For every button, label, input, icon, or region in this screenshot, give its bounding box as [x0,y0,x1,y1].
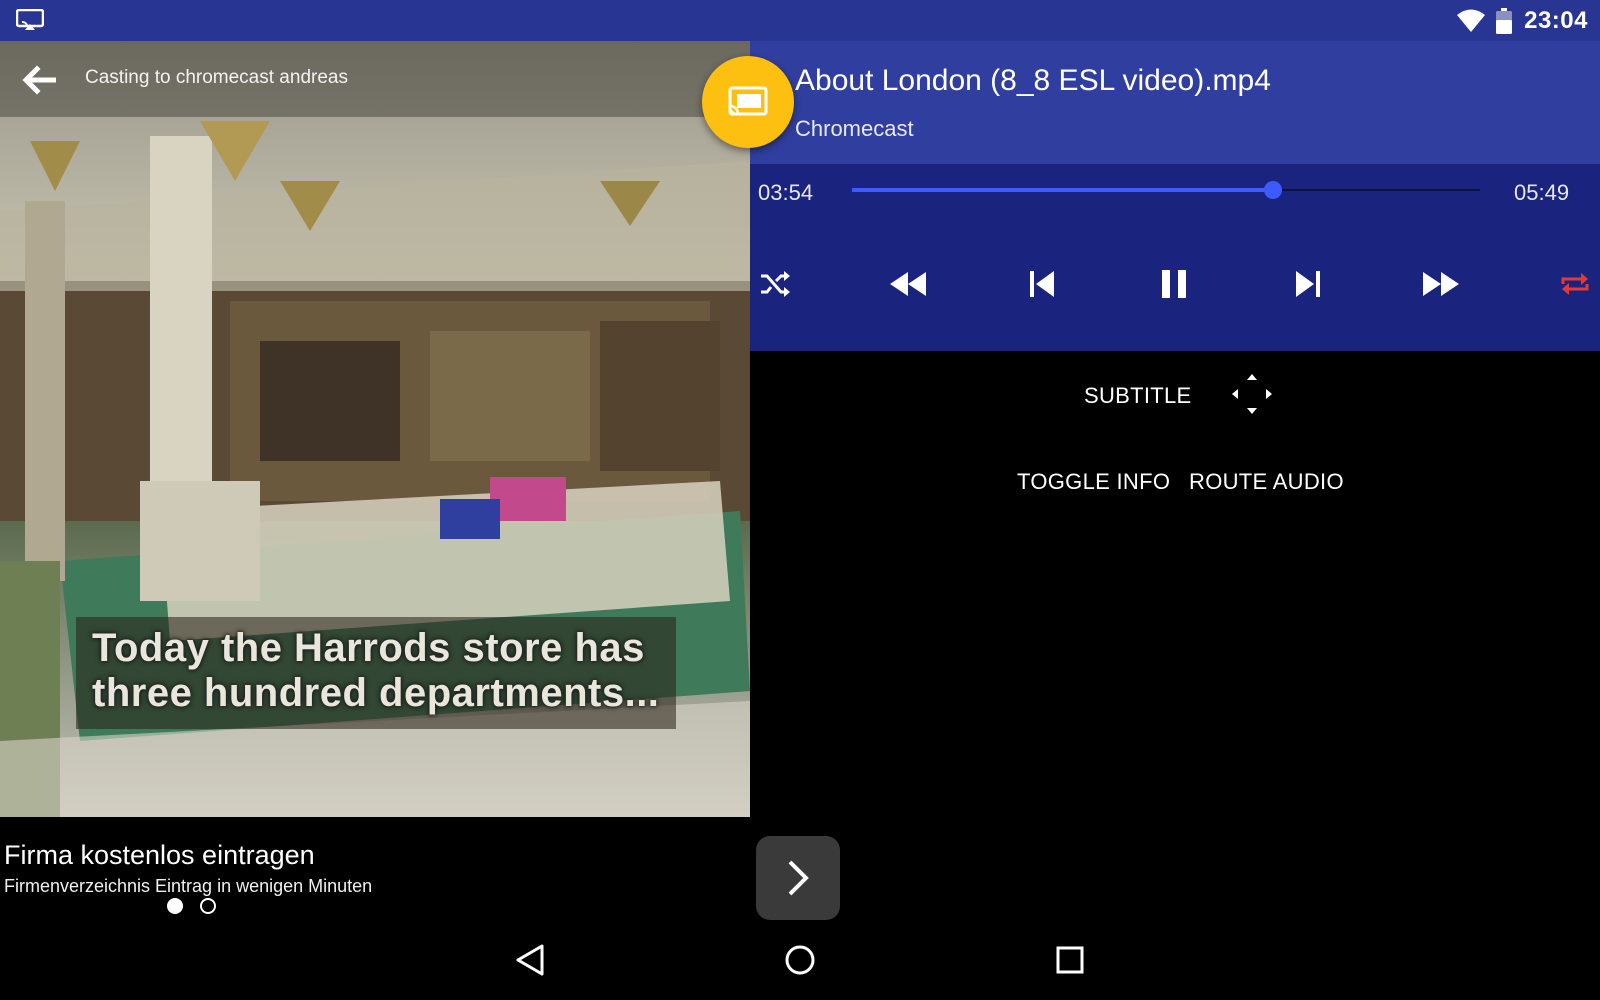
pause-icon [1162,270,1186,298]
elapsed-time: 03:54 [758,180,814,205]
media-header [750,41,1600,164]
skip-next-button[interactable] [1286,262,1330,306]
subtitle-button[interactable]: SUBTITLE [1084,383,1192,409]
cast-device-name: Chromecast [795,116,914,141]
back-arrow-icon [22,65,56,95]
burned-in-subtitle-line: Today the Harrods store has [92,626,645,670]
casting-status-text: Casting to chromecast andreas [85,67,348,88]
skip-previous-icon [1030,271,1054,297]
ad-page-indicator-inactive [200,898,216,914]
burned-in-subtitle-line: three hundred departments... [92,671,660,715]
fast-forward-button[interactable] [1419,262,1463,306]
nav-back-triangle-icon [516,944,544,976]
rewind-icon [890,272,926,296]
status-clock: 23:04 [1524,6,1588,34]
cast-notification-icon [16,9,44,30]
shuffle-icon [761,271,790,297]
nav-recents-button[interactable] [1050,940,1090,980]
skip-previous-button[interactable] [1020,262,1064,306]
battery-icon [1496,7,1513,34]
cast-button[interactable] [702,56,794,148]
repeat-button[interactable] [1553,262,1597,306]
nav-home-button[interactable] [780,940,820,980]
pause-button[interactable] [1152,262,1196,306]
toggle-info-button[interactable]: TOGGLE INFO [1017,469,1170,495]
route-audio-button[interactable]: ROUTE AUDIO [1189,469,1344,495]
subtitle-position-dpad-icon[interactable] [1228,370,1276,418]
rewind-button[interactable] [886,262,930,306]
back-button[interactable] [18,59,60,101]
playback-controls-panel [750,164,1600,351]
ad-subtitle[interactable]: Firmenverzeichnis Eintrag in wenigen Min… [4,876,372,897]
seek-bar-thumb[interactable] [1263,181,1282,199]
cast-connected-icon [728,86,768,116]
repeat-icon [1561,273,1589,295]
skip-next-icon [1296,271,1320,297]
ad-page-indicator-active [167,898,183,914]
total-duration: 05:49 [1514,180,1570,205]
ad-next-button[interactable] [756,836,840,920]
shuffle-button[interactable] [753,262,797,306]
fast-forward-icon [1423,272,1459,296]
seek-bar-progress [852,188,1273,192]
nav-home-circle-icon [785,945,815,975]
nav-recents-square-icon [1056,946,1084,974]
chevron-right-icon [788,860,809,896]
media-title: About London (8_8 ESL video).mp4 [795,64,1271,97]
status-bar: 23:04 [0,0,1600,41]
wifi-icon [1457,9,1486,32]
ad-title[interactable]: Firma kostenlos eintragen [4,840,315,871]
video-frame[interactable]: Casting to chromecast andreas Today the … [0,41,750,817]
nav-back-button[interactable] [510,940,550,980]
